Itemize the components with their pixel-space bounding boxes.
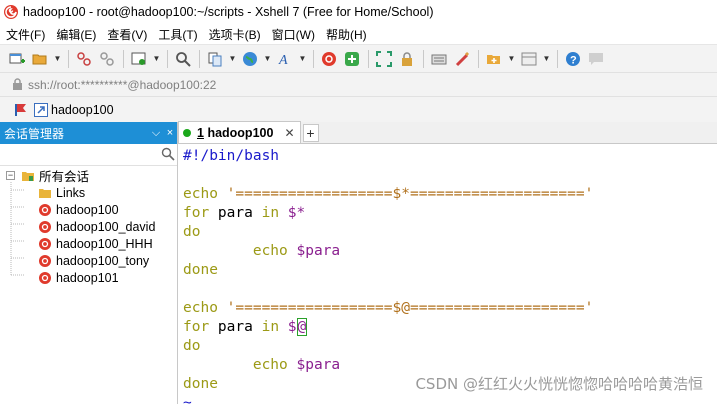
- quick-session-hadoop100[interactable]: hadoop100: [51, 103, 114, 117]
- close-icon[interactable]: ✕: [284, 126, 294, 140]
- menu-window[interactable]: 窗口(W): [272, 26, 315, 43]
- terminal-line: for para in $@: [183, 318, 308, 336]
- terminal-line: done: [183, 376, 218, 392]
- menu-edit[interactable]: 编辑(E): [56, 26, 96, 43]
- xftp-icon[interactable]: [343, 50, 361, 68]
- menu-help[interactable]: 帮助(H): [326, 26, 367, 43]
- watermark: CSDN @红红火火恍恍惚惚哈哈哈哈黄浩恒: [415, 375, 703, 393]
- terminal-line: echo $para: [252, 243, 341, 259]
- terminal-line: #!/bin/bash: [183, 148, 280, 164]
- chevron-down-icon[interactable]: ▼: [264, 50, 272, 68]
- toolbar-divider: [478, 49, 479, 68]
- toolbar-divider: [123, 49, 124, 68]
- text-cursor: @: [296, 318, 308, 336]
- keyboard-icon[interactable]: [430, 50, 448, 68]
- toolbar-divider: [199, 49, 200, 68]
- terminal-line: done: [183, 262, 218, 278]
- script-icon[interactable]: [453, 50, 471, 68]
- menu-file[interactable]: 文件(F): [6, 26, 45, 43]
- layout-icon[interactable]: [520, 50, 538, 68]
- session-manager-panel: 会话管理器 ⌵ × − 所有会话 Links hadoop100 hadoop1…: [0, 122, 178, 404]
- globe-icon[interactable]: [241, 50, 259, 68]
- tab-bar: 1 hadoop100 ✕ +: [178, 121, 717, 144]
- connect-icon[interactable]: [75, 50, 93, 68]
- tab-hadoop100[interactable]: 1 hadoop100 ✕: [178, 121, 301, 143]
- xshell-icon[interactable]: [320, 50, 338, 68]
- title-bar: hadoop100 - root@hadoop100:~/scripts - X…: [0, 0, 717, 24]
- window-title: hadoop100 - root@hadoop100:~/scripts - X…: [23, 5, 434, 19]
- toolbar-divider: [423, 49, 424, 68]
- chevron-down-icon[interactable]: ▼: [299, 50, 307, 68]
- terminal[interactable]: #!/bin/bash echo '==================$*==…: [179, 145, 717, 404]
- toolbar-divider: [368, 49, 369, 68]
- tab-label: 1 hadoop100: [197, 125, 274, 140]
- lock-icon[interactable]: [398, 50, 416, 68]
- terminal-line: do: [183, 338, 201, 354]
- menu-bar: 文件(F) 编辑(E) 查看(V) 工具(T) 选项卡(B) 窗口(W) 帮助(…: [0, 24, 717, 44]
- toolbar-divider: [313, 49, 314, 68]
- menu-view[interactable]: 查看(V): [107, 26, 147, 43]
- lock-icon: [13, 78, 22, 90]
- address-text[interactable]: ssh://root:**********@hadoop100:22: [28, 78, 216, 92]
- svg-text:?: ?: [570, 54, 577, 66]
- disconnect-icon[interactable]: [98, 50, 116, 68]
- add-tab-icon[interactable]: [485, 50, 503, 68]
- xshell-logo-icon: [4, 5, 18, 19]
- terminal-line: for para in $*: [183, 205, 306, 221]
- font-icon[interactable]: A: [276, 50, 294, 68]
- chat-icon[interactable]: [587, 50, 605, 68]
- shortcut-icon: [34, 102, 48, 117]
- open-folder-icon[interactable]: [31, 50, 49, 68]
- help-icon[interactable]: ?: [564, 50, 582, 68]
- toolbar-divider: [557, 49, 558, 68]
- chevron-down-icon[interactable]: ▼: [229, 50, 237, 68]
- menu-tabs[interactable]: 选项卡(B): [209, 26, 261, 43]
- toolbar: ▼ ▼ ▼ ▼ A ▼ ▼ ▼ ?: [0, 44, 717, 72]
- fullscreen-icon[interactable]: [375, 50, 393, 68]
- terminal-line: echo '==================$@==============…: [183, 300, 594, 316]
- terminal-line: echo '==================$*==============…: [183, 186, 594, 202]
- menu-tools[interactable]: 工具(T): [158, 26, 197, 43]
- find-icon[interactable]: [174, 50, 192, 68]
- properties-icon[interactable]: [130, 50, 148, 68]
- toolbar-divider: [68, 49, 69, 68]
- new-tab-button[interactable]: +: [302, 124, 319, 142]
- chevron-down-icon[interactable]: ▼: [153, 50, 161, 68]
- toolbar-divider: [167, 49, 168, 68]
- terminal-line: echo $para: [252, 357, 341, 373]
- chevron-down-icon[interactable]: ▼: [543, 50, 551, 68]
- bookmark-icon[interactable]: [14, 103, 28, 117]
- terminal-line: do: [183, 224, 201, 240]
- connected-status-icon: [183, 128, 191, 137]
- copy-paste-icon[interactable]: [206, 50, 224, 68]
- chevron-down-icon[interactable]: ▼: [54, 50, 62, 68]
- svg-text:A: A: [278, 53, 288, 67]
- new-session-icon[interactable]: [8, 50, 26, 68]
- chevron-down-icon[interactable]: ▼: [508, 50, 516, 68]
- terminal-line: ~: [183, 395, 192, 404]
- quick-session-bar: hadoop100: [0, 96, 717, 122]
- tree-connector-lines: [10, 182, 25, 276]
- address-bar[interactable]: ssh://root:**********@hadoop100:22: [0, 72, 717, 96]
